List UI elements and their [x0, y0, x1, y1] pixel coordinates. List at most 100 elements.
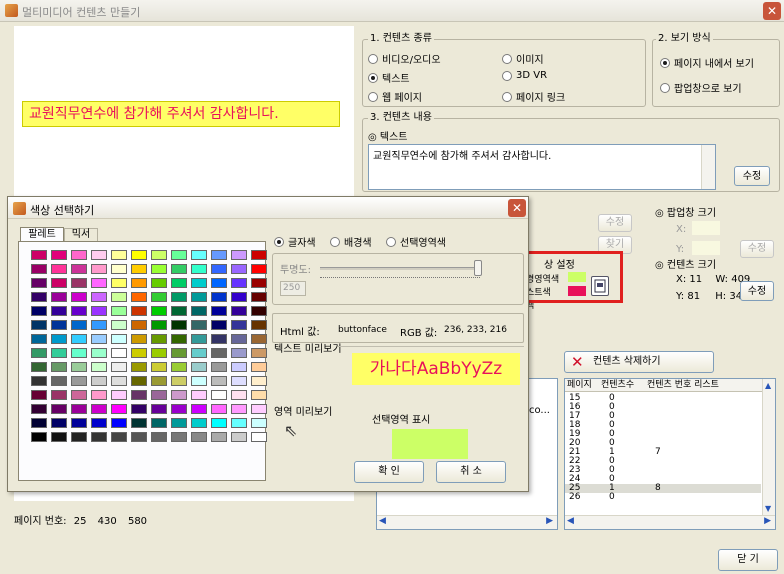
palette-swatch[interactable]	[251, 376, 267, 386]
palette-swatch[interactable]	[131, 362, 147, 372]
palette-swatch[interactable]	[171, 334, 187, 344]
palette-swatch[interactable]	[231, 418, 247, 428]
palette-swatch[interactable]	[211, 418, 227, 428]
palette-swatch[interactable]	[211, 390, 227, 400]
palette-swatch[interactable]	[111, 376, 127, 386]
palette-swatch[interactable]	[191, 264, 207, 274]
palette-swatch[interactable]	[31, 320, 47, 330]
palette-swatch[interactable]	[31, 306, 47, 316]
palette-swatch[interactable]	[251, 278, 267, 288]
palette-swatch[interactable]	[211, 320, 227, 330]
palette-swatch[interactable]	[51, 334, 67, 344]
palette-swatch[interactable]	[231, 390, 247, 400]
palette-swatch[interactable]	[191, 306, 207, 316]
page-list-row[interactable]: 17 0	[565, 412, 761, 421]
size-y-value[interactable]: 81	[687, 291, 700, 302]
palette-swatch[interactable]	[251, 418, 267, 428]
palette-swatch[interactable]	[191, 432, 207, 442]
popup-edit-button[interactable]: 수정	[740, 240, 774, 258]
palette-swatch[interactable]	[191, 278, 207, 288]
palette-swatch[interactable]	[231, 250, 247, 260]
opacity-slider-track[interactable]	[320, 267, 480, 270]
palette-swatch[interactable]	[191, 320, 207, 330]
palette-swatch[interactable]	[171, 376, 187, 386]
popup-x-input[interactable]	[692, 221, 720, 235]
palette-swatch[interactable]	[51, 292, 67, 302]
palette-swatch[interactable]	[211, 404, 227, 414]
page-list-row[interactable]: 26 0	[565, 493, 761, 502]
cancel-button[interactable]: 취 소	[436, 461, 506, 483]
palette-swatch[interactable]	[111, 320, 127, 330]
palette-swatch[interactable]	[251, 250, 267, 260]
palette-swatch[interactable]	[151, 306, 167, 316]
palette-swatch[interactable]	[191, 334, 207, 344]
type-option-3d-vr[interactable]: 3D VR	[502, 70, 547, 81]
palette-swatch[interactable]	[171, 390, 187, 400]
palette-swatch[interactable]	[211, 264, 227, 274]
palette-swatch[interactable]	[91, 418, 107, 428]
palette-swatch[interactable]	[131, 404, 147, 414]
window-close-button[interactable]: ✕	[763, 2, 781, 20]
palette-swatch[interactable]	[131, 418, 147, 428]
palette-swatch[interactable]	[91, 432, 107, 442]
palette-swatch[interactable]	[31, 376, 47, 386]
palette-swatch[interactable]	[231, 348, 247, 358]
palette-swatch[interactable]	[131, 376, 147, 386]
palette-swatch[interactable]	[151, 334, 167, 344]
palette-swatch[interactable]	[131, 334, 147, 344]
palette-swatch[interactable]	[71, 362, 87, 372]
palette-swatch[interactable]	[131, 250, 147, 260]
content-list-hscroll[interactable]: ◀ ▶	[377, 515, 557, 529]
view-option-popup[interactable]: 팝업창으로 보기	[660, 80, 742, 95]
text-content-banner[interactable]: 교원직무연수에 참가해 주셔서 감사합니다.	[22, 101, 340, 127]
palette-swatch[interactable]	[131, 278, 147, 288]
palette-swatch[interactable]	[91, 362, 107, 372]
palette-swatch[interactable]	[31, 292, 47, 302]
palette-swatch[interactable]	[231, 278, 247, 288]
palette-swatch[interactable]	[231, 404, 247, 414]
page-list-row[interactable]: 22 0	[565, 457, 761, 466]
page-list-row[interactable]: 25 1 8	[565, 484, 761, 493]
palette-swatch[interactable]	[51, 418, 67, 428]
tab-palette[interactable]: 팔레트	[20, 227, 64, 241]
palette-swatch[interactable]	[151, 250, 167, 260]
palette-swatch[interactable]	[51, 348, 67, 358]
target-background-color[interactable]: 배경색	[330, 234, 372, 249]
target-selection-color[interactable]: 선택영역색	[386, 234, 446, 249]
palette-swatch[interactable]	[171, 320, 187, 330]
palette-swatch[interactable]	[171, 264, 187, 274]
palette-swatch[interactable]	[131, 320, 147, 330]
palette-swatch[interactable]	[91, 390, 107, 400]
palette-swatch[interactable]	[251, 320, 267, 330]
palette-swatch[interactable]	[251, 306, 267, 316]
palette-swatch[interactable]	[171, 362, 187, 372]
tab-mixer[interactable]: 믹서	[64, 228, 98, 241]
palette-swatch[interactable]	[191, 376, 207, 386]
palette-swatch[interactable]	[131, 432, 147, 442]
palette-swatch[interactable]	[231, 320, 247, 330]
palette-swatch[interactable]	[31, 404, 47, 414]
scroll-right-arrow-icon[interactable]: ▶	[546, 516, 553, 526]
palette-swatch[interactable]	[51, 376, 67, 386]
page-list-row[interactable]: 24 0	[565, 475, 761, 484]
page-list-row[interactable]: 23 0	[565, 466, 761, 475]
page-list-row[interactable]: 20 0	[565, 439, 761, 448]
palette-swatch[interactable]	[171, 418, 187, 428]
palette-swatch[interactable]	[231, 306, 247, 316]
palette-swatch[interactable]	[91, 348, 107, 358]
scroll-left-arrow-icon[interactable]: ◀	[567, 516, 574, 526]
palette-swatch[interactable]	[71, 348, 87, 358]
palette-swatch[interactable]	[191, 404, 207, 414]
palette-swatch[interactable]	[211, 278, 227, 288]
palette-swatch[interactable]	[71, 404, 87, 414]
palette-swatch[interactable]	[131, 264, 147, 274]
type-option-video-audio[interactable]: 비디오/오디오	[368, 51, 441, 66]
palette-swatch[interactable]	[251, 348, 267, 358]
palette-swatch[interactable]	[171, 292, 187, 302]
palette-swatch[interactable]	[31, 418, 47, 428]
page-list-hscroll[interactable]: ◀ ▶	[565, 515, 775, 529]
palette-swatch[interactable]	[91, 376, 107, 386]
palette-swatch[interactable]	[71, 376, 87, 386]
palette-swatch[interactable]	[111, 306, 127, 316]
palette-swatch[interactable]	[211, 348, 227, 358]
